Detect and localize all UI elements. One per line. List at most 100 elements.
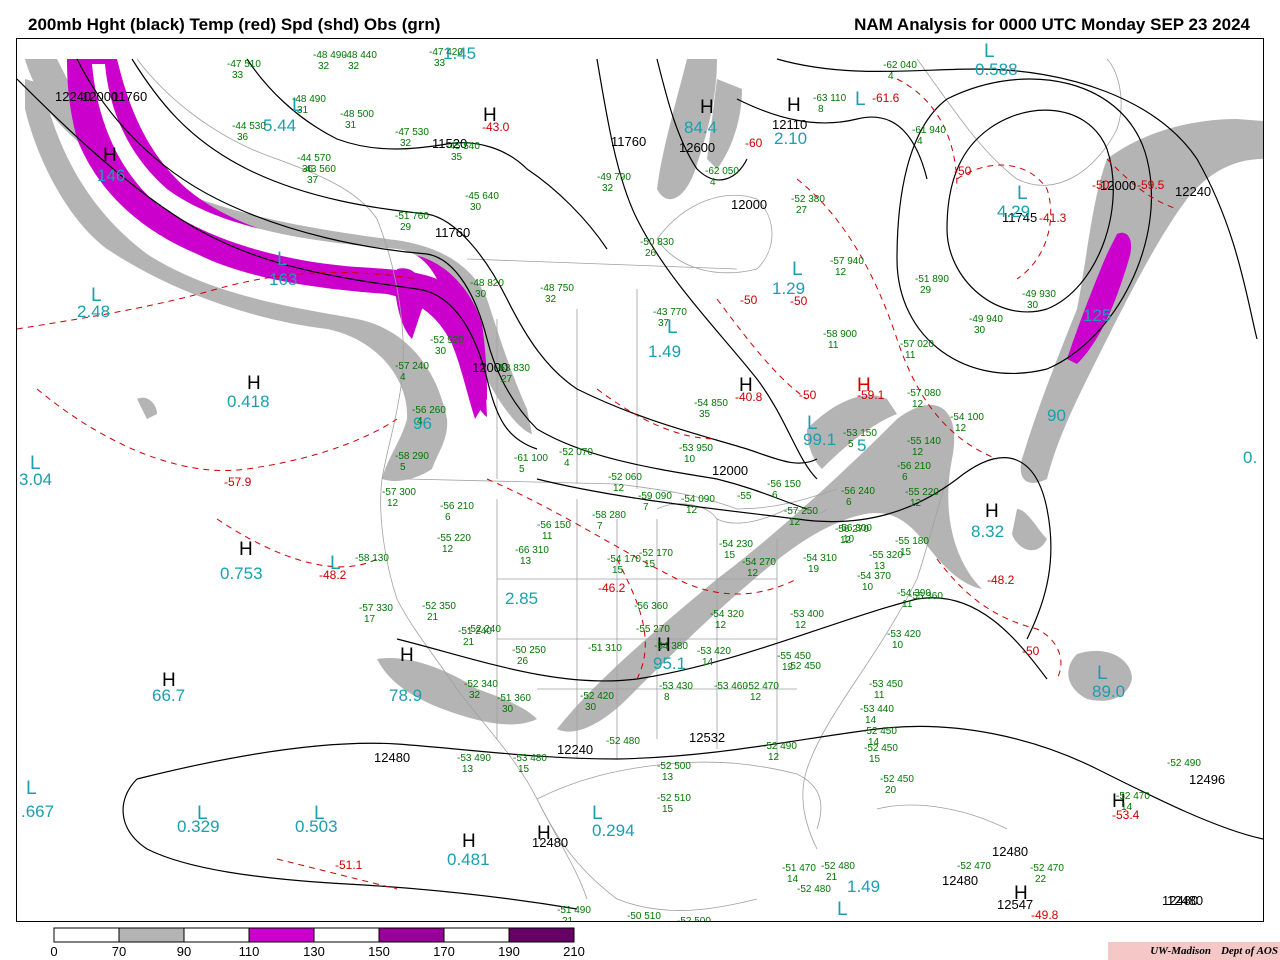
station-dewpoint: 37	[658, 318, 670, 329]
height-label: 12600	[679, 140, 715, 155]
hl-marker: L	[277, 249, 288, 270]
station-dewpoint: 30	[585, 702, 597, 713]
station-value: -53 480	[513, 753, 547, 764]
divergence-label: .667	[21, 802, 54, 821]
station-dewpoint: 6	[846, 497, 852, 508]
station-dewpoint: 19	[808, 564, 820, 575]
height-label: 12480	[1162, 893, 1198, 908]
station-value: -52 450	[863, 726, 897, 737]
station-value: -53 420	[887, 629, 921, 640]
station-value: -52 500	[657, 761, 691, 772]
station-value: -51 470	[782, 863, 816, 874]
hl-marker: L	[984, 41, 995, 62]
station-value: -55 360	[909, 591, 943, 602]
legend-tick-label: 90	[177, 944, 191, 958]
divergence-label: 0.	[1243, 448, 1257, 467]
mexico-coast	[536, 798, 758, 911]
temperature-label: -59.5	[1137, 178, 1165, 192]
divergence-label: 1.49	[847, 877, 880, 896]
station-dewpoint: 30	[435, 346, 447, 357]
station-dewpoint: 4	[917, 136, 923, 147]
station-dewpoint: 6	[445, 512, 451, 523]
height-contour-12480-low	[122, 778, 578, 910]
temp-contour-k	[716, 298, 808, 400]
hl-marker: H	[103, 145, 117, 166]
divergence-label: 2.48	[77, 302, 110, 321]
station-value: -54 230	[719, 539, 753, 550]
station-dewpoint: 12	[442, 544, 454, 555]
station-value: -55 320	[869, 550, 903, 561]
hl-marker: L	[837, 899, 848, 920]
station-value: -48 820	[470, 278, 504, 289]
legend-swatch	[183, 927, 250, 943]
hl-marker: L	[1097, 663, 1108, 684]
height-label: 12240	[557, 742, 593, 757]
station-dewpoint: 31	[345, 120, 357, 131]
station-value: -52 420	[580, 691, 614, 702]
station-value: -51 490	[557, 905, 591, 916]
station-dewpoint: 7	[643, 502, 649, 513]
station-dewpoint: 12	[750, 692, 762, 703]
station-value: -56 300	[838, 523, 872, 534]
divergence-label: 0.588	[975, 60, 1018, 79]
station-value: -52 340	[464, 679, 498, 690]
station-value: -44 530	[232, 121, 266, 132]
temperature-label: -50	[1092, 178, 1110, 192]
geography-outlines	[136, 58, 1122, 911]
station-dewpoint: 21	[562, 916, 574, 921]
station-value: -52 480	[797, 884, 831, 895]
hl-marker: H	[462, 831, 476, 852]
station-observations: -47 51033-48 49032-48 44032-47 42033-48 …	[227, 47, 1201, 921]
station-dewpoint: 12	[768, 752, 780, 763]
station-dewpoint: 12	[715, 620, 727, 631]
station-value: -47 530	[395, 127, 429, 138]
station-dewpoint: 30	[475, 289, 487, 300]
station-dewpoint: 15	[644, 559, 656, 570]
map-canvas: 12240120001176011520 11760 126001211012000…	[17, 41, 1263, 921]
divergence-label: 3.04	[19, 470, 52, 489]
station-value: -57 020	[900, 339, 934, 350]
analysis-time: NAM Analysis for 0000 UTC Monday SEP 23 …	[854, 15, 1250, 34]
station-value: -59 090	[638, 491, 672, 502]
hl-marker: H	[1014, 883, 1028, 904]
station-dewpoint: 26	[517, 656, 529, 667]
station-value: -52 480	[606, 736, 640, 747]
station-value: -52 380	[791, 194, 825, 205]
station-dewpoint: 12	[613, 483, 625, 494]
station-value: -53 450	[869, 679, 903, 690]
station-dewpoint: 12	[835, 267, 847, 278]
legend-tick-label: 190	[498, 944, 520, 958]
station-dewpoint: 12	[912, 447, 924, 458]
hl-marker: L	[792, 259, 803, 280]
station-value: -54 320	[710, 609, 744, 620]
height-label: 12496	[1189, 772, 1225, 787]
station-value: -54 310	[803, 553, 837, 564]
temp-contour-b	[36, 388, 398, 471]
legend-tick-label: 70	[112, 944, 126, 958]
height-label: 12532	[689, 730, 725, 745]
temperature-label: -50	[954, 164, 972, 178]
station-value: -54 090	[681, 494, 715, 505]
station-dewpoint: 14	[865, 715, 877, 726]
station-value: -50 250	[512, 645, 546, 656]
speed-legend: 0 70 90 110 130 150 170 190 210	[50, 927, 585, 958]
station-value: -63 110	[813, 93, 847, 104]
map-title: 200mb Hght (black) Temp (red) Spd (shd) …	[28, 15, 441, 34]
station-dewpoint: 10	[684, 454, 696, 465]
station-dewpoint: 29	[400, 222, 412, 233]
station-value: -57 330	[359, 603, 393, 614]
station-dewpoint: 33	[434, 58, 446, 69]
station-value: -58 290	[395, 451, 429, 462]
divergence-label: 0.294	[592, 821, 635, 840]
station-dewpoint: 30	[974, 325, 986, 336]
hl-marker: H	[483, 105, 497, 126]
station-dewpoint: 11	[874, 690, 885, 701]
station-value: -51 890	[915, 274, 949, 285]
station-dewpoint: 37	[307, 175, 319, 186]
station-value: -54 100	[950, 412, 984, 423]
divergence-label: 4.29	[997, 202, 1030, 221]
hl-marker: H	[400, 645, 414, 666]
height-label: 12000	[731, 197, 767, 212]
divergence-label: 163	[269, 270, 297, 289]
station-dewpoint: 4	[400, 372, 406, 383]
